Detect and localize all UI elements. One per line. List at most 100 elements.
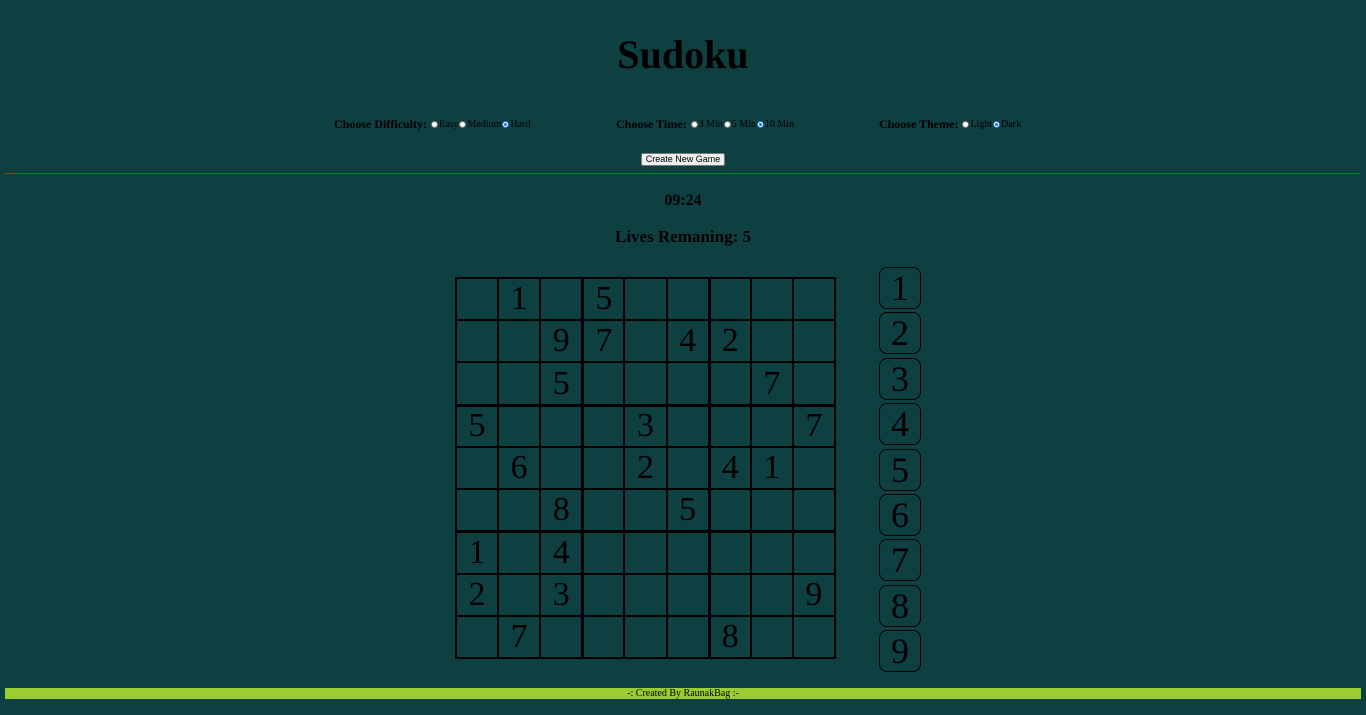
board-cell-r3-c6[interactable] [666,362,709,405]
board-cell-r5-c8[interactable]: 1 [750,446,793,490]
board-cell-r7-c1[interactable]: 1 [456,531,499,574]
board-cell-r9-c8[interactable] [750,615,793,658]
board-cell-r3-c9[interactable] [792,362,835,405]
board-cell-r1-c1[interactable] [456,278,499,321]
board-cell-r4-c5[interactable]: 3 [624,404,667,447]
time-option-3-min[interactable]: 3 Min [690,119,723,130]
difficulty-radio-medium[interactable] [459,121,467,128]
board-cell-r4-c2[interactable] [498,404,541,447]
board-cell-r2-c9[interactable] [792,320,835,363]
board-cell-r2-c6[interactable]: 4 [666,320,709,363]
difficulty-radio-hard[interactable] [502,121,510,128]
number-button-1[interactable]: 1 [879,267,921,309]
number-button-9[interactable]: 9 [879,630,921,673]
board-cell-r5-c3[interactable] [540,446,583,490]
board-cell-r2-c8[interactable] [750,320,793,363]
board-cell-r9-c7[interactable]: 8 [708,615,751,658]
theme-radio-dark[interactable] [993,121,1001,128]
board-cell-r8-c3[interactable]: 3 [540,573,583,616]
board-cell-r7-c7[interactable] [708,531,751,574]
board-cell-r3-c2[interactable] [498,362,541,405]
board-cell-r7-c8[interactable] [750,531,793,574]
number-button-8[interactable]: 8 [879,584,921,627]
board-cell-r1-c2[interactable]: 1 [498,278,541,321]
board-cell-r5-c2[interactable]: 6 [498,446,541,490]
board-cell-r5-c4[interactable] [582,446,625,490]
board-cell-r1-c5[interactable] [624,278,667,321]
board-cell-r8-c4[interactable] [582,573,625,616]
board-cell-r6-c5[interactable] [624,489,667,532]
difficulty-option-easy[interactable]: Easy [430,119,458,130]
board-cell-r9-c6[interactable] [666,615,709,658]
board-cell-r1-c9[interactable] [792,278,835,321]
number-button-4[interactable]: 4 [879,403,921,446]
board-cell-r8-c7[interactable] [708,573,751,616]
board-cell-r3-c4[interactable] [582,362,625,405]
create-new-game-button[interactable]: Create New Game [641,153,725,166]
board-cell-r7-c6[interactable] [666,531,709,574]
board-cell-r2-c2[interactable] [498,320,541,363]
board-cell-r4-c8[interactable] [750,404,793,447]
board-cell-r6-c2[interactable] [498,489,541,532]
board-cell-r7-c9[interactable] [792,531,835,574]
number-button-7[interactable]: 7 [879,539,921,582]
difficulty-radio-easy[interactable] [431,121,438,128]
board-cell-r8-c8[interactable] [750,573,793,616]
board-cell-r9-c4[interactable] [582,615,625,658]
board-cell-r8-c5[interactable] [624,573,667,616]
board-cell-r2-c4[interactable]: 7 [582,320,625,363]
board-cell-r9-c2[interactable]: 7 [498,615,541,658]
board-cell-r2-c7[interactable]: 2 [708,320,751,363]
time-radio-5-min[interactable] [723,121,731,128]
board-cell-r6-c3[interactable]: 8 [540,489,583,532]
number-button-5[interactable]: 5 [879,448,921,491]
theme-option-dark[interactable]: Dark [992,119,1021,130]
board-cell-r6-c1[interactable] [456,489,499,532]
board-cell-r5-c1[interactable] [456,446,499,490]
difficulty-option-hard[interactable]: Hard [501,119,530,130]
board-cell-r2-c3[interactable]: 9 [540,320,583,363]
board-cell-r2-c1[interactable] [456,320,499,363]
board-cell-r4-c4[interactable] [582,404,625,447]
board-cell-r6-c6[interactable]: 5 [666,489,709,532]
board-cell-r4-c9[interactable]: 7 [792,404,835,447]
board-cell-r4-c1[interactable]: 5 [456,404,499,447]
board-cell-r1-c4[interactable]: 5 [582,278,625,321]
board-cell-r9-c9[interactable] [792,615,835,658]
board-cell-r5-c9[interactable] [792,446,835,490]
board-cell-r7-c2[interactable] [498,531,541,574]
board-cell-r5-c7[interactable]: 4 [708,446,751,490]
board-cell-r4-c3[interactable] [540,404,583,447]
number-button-2[interactable]: 2 [879,312,921,355]
board-cell-r6-c7[interactable] [708,489,751,532]
board-cell-r4-c6[interactable] [666,404,709,447]
board-cell-r9-c1[interactable] [456,615,499,658]
board-cell-r3-c5[interactable] [624,362,667,405]
theme-option-light[interactable]: Light [961,119,992,130]
board-cell-r7-c5[interactable] [624,531,667,574]
time-radio-3-min[interactable] [690,121,698,128]
board-cell-r1-c3[interactable] [540,278,583,321]
difficulty-option-medium[interactable]: Medium [458,119,501,130]
board-cell-r1-c6[interactable] [666,278,709,321]
board-cell-r3-c1[interactable] [456,362,499,405]
board-cell-r5-c5[interactable]: 2 [624,446,667,490]
board-cell-r7-c3[interactable]: 4 [540,531,583,574]
board-cell-r7-c4[interactable] [582,531,625,574]
number-button-6[interactable]: 6 [879,493,921,536]
board-cell-r4-c7[interactable] [708,404,751,447]
board-cell-r3-c7[interactable] [708,362,751,405]
board-cell-r6-c4[interactable] [582,489,625,532]
time-option-5-min[interactable]: 5 Min [723,119,756,130]
time-radio-10-min[interactable] [756,121,764,128]
board-cell-r3-c8[interactable]: 7 [750,362,793,405]
board-cell-r1-c8[interactable] [750,278,793,321]
board-cell-r3-c3[interactable]: 5 [540,362,583,405]
board-cell-r6-c9[interactable] [792,489,835,532]
board-cell-r9-c3[interactable] [540,615,583,658]
board-cell-r2-c5[interactable] [624,320,667,363]
board-cell-r8-c9[interactable]: 9 [792,573,835,616]
board-cell-r6-c8[interactable] [750,489,793,532]
board-cell-r5-c6[interactable] [666,446,709,490]
theme-radio-light[interactable] [962,121,970,128]
